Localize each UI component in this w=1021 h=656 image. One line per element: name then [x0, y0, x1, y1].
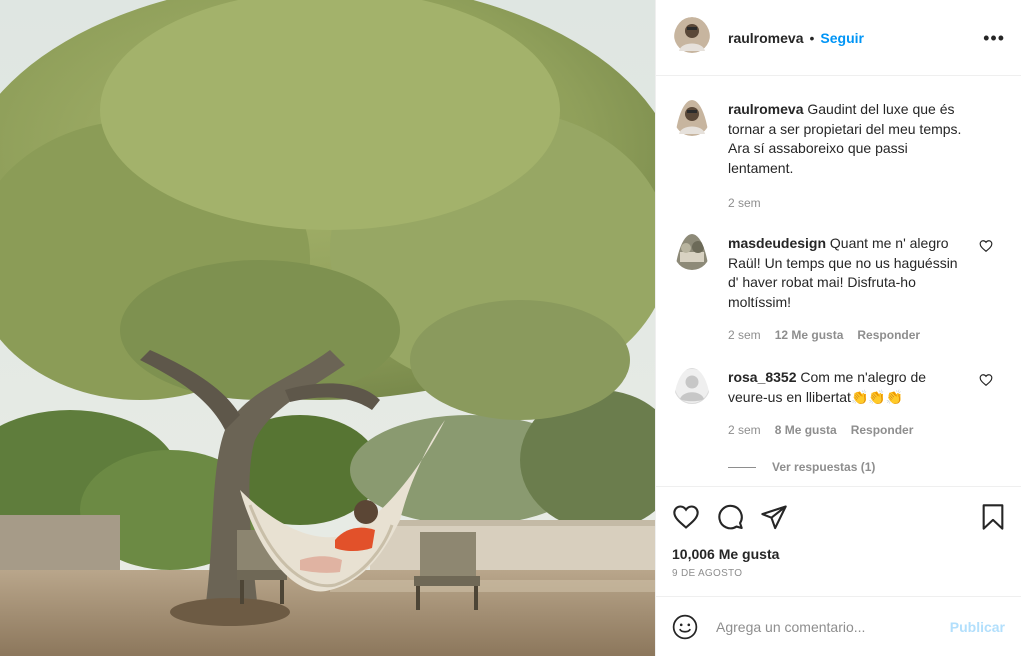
bookmark-icon[interactable] — [979, 503, 1007, 531]
reply-button[interactable]: Responder — [851, 421, 914, 441]
add-comment-bar: Publicar — [656, 596, 1021, 656]
comment-time[interactable]: 2 sem — [728, 421, 761, 441]
caption-meta: 2 sem — [728, 194, 966, 214]
comment-meta: 2 sem 8 Me gusta Responder — [728, 421, 966, 441]
post-actions-bar — [656, 486, 1021, 546]
avatar-image — [674, 234, 710, 270]
share-icon[interactable] — [760, 503, 788, 531]
avatar-image — [674, 100, 710, 136]
replies-divider-line — [728, 466, 756, 468]
likes-count[interactable]: 10,006 Me gusta — [656, 546, 1021, 562]
comment-input[interactable] — [716, 618, 950, 635]
header-separator: • — [809, 29, 815, 46]
publish-button[interactable]: Publicar — [950, 619, 1005, 635]
avatar-image — [674, 17, 710, 53]
comment-username[interactable]: masdeudesign — [728, 235, 826, 251]
post-side-panel: raulromeva • Seguir ••• raulromeva Gaudi… — [655, 0, 1021, 656]
caption-username[interactable]: raulromeva — [728, 101, 803, 117]
comment-icon[interactable] — [716, 503, 744, 531]
comment-avatar[interactable] — [674, 234, 710, 346]
post-date[interactable]: 9 DE AGOSTO — [656, 562, 1021, 596]
comment-time[interactable]: 2 sem — [728, 326, 761, 346]
author-avatar[interactable] — [674, 17, 710, 58]
hammock-under-olive-tree-image — [0, 0, 655, 656]
comment-item: rosa_8352 Com me n'alegro de veure-us en… — [674, 368, 1005, 441]
comment-likes[interactable]: 8 Me gusta — [775, 421, 837, 441]
more-options-icon[interactable]: ••• — [983, 29, 1005, 47]
view-replies-button[interactable]: Ver respuestas (1) — [728, 460, 875, 474]
comments-list[interactable]: raulromeva Gaudint del luxe que és torna… — [656, 76, 1021, 486]
author-username[interactable]: raulromeva — [728, 30, 803, 46]
view-replies-label: Ver respuestas (1) — [772, 460, 876, 474]
comment-like-heart-icon[interactable] — [979, 239, 993, 253]
caption-body: raulromeva Gaudint del luxe que és torna… — [728, 100, 966, 214]
comment-item: masdeudesign Quant me n' alegro Raül! Un… — [674, 234, 1005, 346]
caption-avatar[interactable] — [674, 100, 710, 214]
comment-body: masdeudesign Quant me n' alegro Raül! Un… — [728, 234, 966, 346]
emoji-icon[interactable] — [672, 614, 698, 640]
post-header: raulromeva • Seguir ••• — [656, 0, 1021, 76]
comment-likes[interactable]: 12 Me gusta — [775, 326, 844, 346]
comment-username[interactable]: rosa_8352 — [728, 369, 797, 385]
reply-button[interactable]: Responder — [857, 326, 920, 346]
comment-like-heart-icon[interactable] — [979, 373, 993, 387]
heart-icon[interactable] — [672, 503, 700, 531]
comment-meta: 2 sem 12 Me gusta Responder — [728, 326, 966, 346]
comment-body: rosa_8352 Com me n'alegro de veure-us en… — [728, 368, 966, 441]
post-photo[interactable] — [0, 0, 655, 656]
clapping-hands-emoji: 👏👏👏 — [850, 388, 904, 405]
default-avatar-image — [674, 368, 710, 404]
follow-button[interactable]: Seguir — [820, 30, 864, 46]
comment-avatar[interactable] — [674, 368, 710, 441]
caption: raulromeva Gaudint del luxe que és torna… — [674, 100, 1005, 214]
caption-time[interactable]: 2 sem — [728, 194, 761, 214]
